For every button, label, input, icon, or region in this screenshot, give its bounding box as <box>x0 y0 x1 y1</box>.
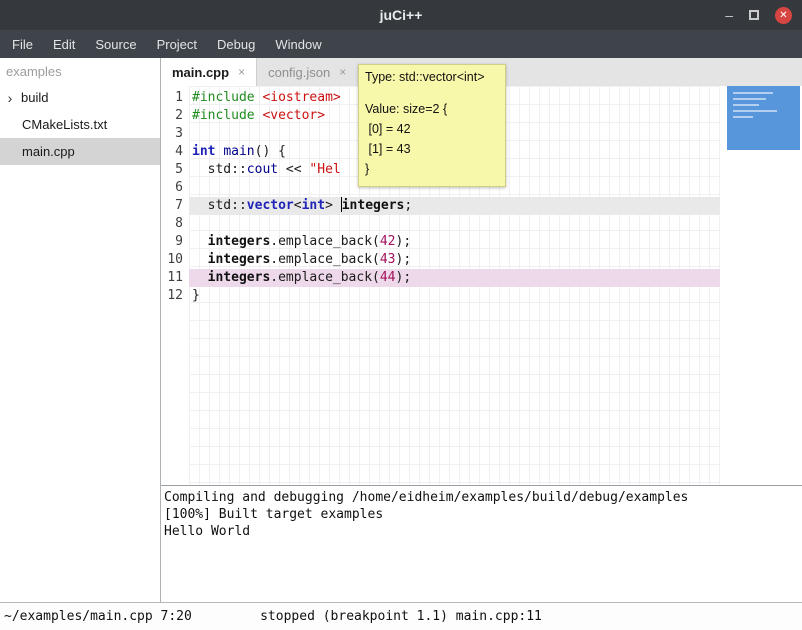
tab-label: config.json <box>268 65 330 80</box>
tooltip-value-line: Value: size=2 { <box>365 99 499 119</box>
line-number: 1 <box>161 89 183 107</box>
project-name: examples <box>0 58 160 84</box>
line-number: 6 <box>161 179 183 197</box>
code-line-7: std::vector<int> integers; <box>189 197 720 215</box>
restore-icon[interactable] <box>749 10 759 20</box>
minimap-code-line <box>733 116 753 118</box>
tooltip-value-lines: Value: size=2 { [0] = 42 [1] = 43} <box>365 99 499 179</box>
code-line-10: integers.emplace_back(43); <box>189 251 720 269</box>
code-line-12: } <box>189 287 720 305</box>
output-line: Compiling and debugging /home/eidheim/ex… <box>164 489 799 506</box>
tree-item-label: build <box>17 90 48 105</box>
status-bar: ~/examples/main.cpp 7:20 stopped (breakp… <box>0 602 802 630</box>
tree-item-main-cpp[interactable]: main.cpp <box>0 138 160 165</box>
minimap-code-line <box>733 92 773 94</box>
menu-item-window[interactable]: Window <box>265 30 331 58</box>
minimap-code-line <box>733 98 766 100</box>
status-debug-state: stopped (breakpoint 1.1) main.cpp:11 <box>260 609 542 624</box>
tooltip-type-line: Type: std::vector<int> <box>365 70 499 84</box>
code-line-11: integers.emplace_back(44); <box>189 269 720 287</box>
tree-item-cmakelists-txt[interactable]: CMakeLists.txt <box>0 111 160 138</box>
line-number: 8 <box>161 215 183 233</box>
output-panel[interactable]: Compiling and debugging /home/eidheim/ex… <box>161 485 802 602</box>
line-number: 7 <box>161 197 183 215</box>
tooltip-value-line: [0] = 42 <box>365 119 499 139</box>
main-panel: main.cpp×config.json× 123456789101112 #i… <box>161 58 802 602</box>
tooltip-value-line: } <box>365 159 499 179</box>
menu-item-file[interactable]: File <box>2 30 43 58</box>
output-line: [100%] Built target examples <box>164 506 799 523</box>
menu-item-debug[interactable]: Debug <box>207 30 265 58</box>
line-number: 3 <box>161 125 183 143</box>
debug-value-tooltip: Type: std::vector<int> Value: size=2 { [… <box>358 64 506 187</box>
window-title: juCi++ <box>0 7 802 23</box>
tab-main-cpp[interactable]: main.cpp × <box>161 58 257 86</box>
chevron-right-icon[interactable]: › <box>3 90 17 106</box>
line-number: 10 <box>161 251 183 269</box>
tab-label: main.cpp <box>172 65 229 80</box>
line-number: 11 <box>161 269 183 287</box>
code-line-8 <box>189 215 720 233</box>
sidebar: examples ›build CMakeLists.txt main.cpp <box>0 58 161 602</box>
close-icon[interactable]: ✕ <box>775 7 792 24</box>
tooltip-value-line: [1] = 43 <box>365 139 499 159</box>
minimap-code-line <box>733 110 777 112</box>
minimap-code-line <box>733 104 759 106</box>
gutter[interactable]: 123456789101112 <box>161 86 189 485</box>
output-line: Hello World <box>164 523 799 540</box>
tree-item-label: CMakeLists.txt <box>0 117 107 132</box>
line-number: 12 <box>161 287 183 305</box>
line-number: 9 <box>161 233 183 251</box>
tree-item-build[interactable]: ›build <box>0 84 160 111</box>
app-window: juCi++ – ✕ FileEditSourceProjectDebugWin… <box>0 0 802 630</box>
menu-bar: FileEditSourceProjectDebugWindow <box>0 30 802 58</box>
title-bar: juCi++ – ✕ <box>0 0 802 30</box>
tree-item-label: main.cpp <box>0 144 75 159</box>
file-tree: ›build CMakeLists.txt main.cpp <box>0 84 160 165</box>
menu-item-edit[interactable]: Edit <box>43 30 85 58</box>
minimap-slider[interactable] <box>727 86 800 150</box>
code-line-9: integers.emplace_back(42); <box>189 233 720 251</box>
line-number: 5 <box>161 161 183 179</box>
line-number: 4 <box>161 143 183 161</box>
menu-item-project[interactable]: Project <box>147 30 207 58</box>
menu-item-source[interactable]: Source <box>85 30 146 58</box>
minimize-icon[interactable]: – <box>725 8 733 22</box>
window-controls: – ✕ <box>725 7 802 24</box>
tab-close-icon[interactable]: × <box>339 65 346 79</box>
line-number: 2 <box>161 107 183 125</box>
content-area: examples ›build CMakeLists.txt main.cpp ma… <box>0 58 802 602</box>
tab-config-json[interactable]: config.json × <box>257 58 357 86</box>
tab-close-icon[interactable]: × <box>238 65 245 79</box>
minimap[interactable] <box>720 86 802 485</box>
status-file-position: ~/examples/main.cpp 7:20 <box>4 609 192 624</box>
